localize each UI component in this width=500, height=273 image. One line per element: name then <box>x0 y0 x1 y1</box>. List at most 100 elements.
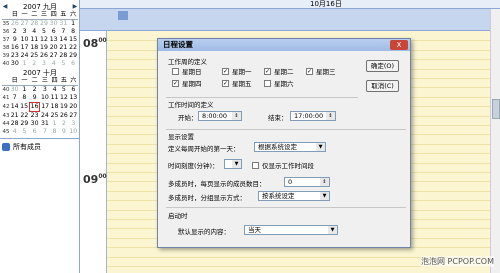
day-cell[interactable]: 10 <box>20 36 30 44</box>
day-checkbox[interactable]: ✓ 星期二 <box>264 66 294 76</box>
day-cell[interactable]: 3 <box>20 28 30 36</box>
end-time-field[interactable]: 17:00:00 ⇕ <box>290 111 336 121</box>
day-cell[interactable]: 10 <box>69 128 78 136</box>
next-month-arrow-icon[interactable]: ▶ <box>72 3 78 10</box>
day-cell[interactable]: 18 <box>50 103 59 112</box>
day-cell[interactable]: 28 <box>59 52 69 60</box>
day-cell[interactable]: 17 <box>40 103 50 112</box>
day-cell[interactable]: 6 <box>69 86 78 95</box>
day-cell[interactable]: 25 <box>29 52 39 60</box>
day-cell[interactable]: 24 <box>40 112 50 121</box>
day-cell[interactable]: 9 <box>29 94 40 103</box>
chevron-down-icon[interactable]: ▼ <box>320 192 329 200</box>
day-cell[interactable]: 5 <box>59 86 68 95</box>
day-cell[interactable]: 26 <box>59 112 68 121</box>
day-cell[interactable]: 22 <box>68 44 78 52</box>
day-cell[interactable]: 25 <box>50 112 59 121</box>
day-cell[interactable]: 29 <box>39 20 49 29</box>
day-checkbox[interactable]: ✓ 星期一 <box>222 66 252 76</box>
day-cell[interactable]: 2 <box>59 120 68 128</box>
day-cell[interactable]: 6 <box>68 60 78 68</box>
group-mode-select[interactable]: 按系统设定 ▼ <box>258 191 330 201</box>
day-cell[interactable]: 2 <box>10 28 20 36</box>
day-cell[interactable]: 30 <box>29 120 40 128</box>
vertical-scrollbar[interactable] <box>490 9 500 273</box>
chevron-down-icon[interactable]: ▼ <box>232 160 241 168</box>
first-day-select[interactable]: 根据系统设定 ▼ <box>254 142 326 152</box>
day-cell[interactable]: 9 <box>10 36 20 44</box>
day-cell[interactable]: 2 <box>29 86 40 95</box>
day-cell[interactable]: 7 <box>59 28 69 36</box>
checkmark-icon[interactable]: ✓ <box>222 79 229 87</box>
day-cell[interactable]: 5 <box>59 60 69 68</box>
day-cell[interactable]: 22 <box>19 112 29 121</box>
day-checkbox[interactable]: ✓ 星期四 <box>172 78 202 88</box>
spin-icon[interactable]: ⇕ <box>320 178 329 186</box>
day-cell[interactable]: 27 <box>49 52 59 60</box>
day-cell[interactable]: 3 <box>40 86 50 95</box>
day-cell[interactable]: 6 <box>49 28 59 36</box>
chevron-down-icon[interactable]: ▼ <box>316 143 325 151</box>
day-cell[interactable]: 28 <box>10 120 19 128</box>
spin-icon[interactable]: ⇕ <box>232 112 241 120</box>
day-cell[interactable]: 29 <box>19 120 29 128</box>
close-button[interactable]: X <box>390 40 408 50</box>
day-cell[interactable]: 9 <box>59 128 68 136</box>
day-cell[interactable]: 20 <box>69 103 78 112</box>
day-cell[interactable]: 26 <box>39 52 49 60</box>
checkmark-icon[interactable]: ✓ <box>306 67 313 75</box>
day-cell[interactable]: 14 <box>59 36 69 44</box>
day-cell[interactable]: 27 <box>69 112 78 121</box>
start-time-field[interactable]: 8:00:00 ⇕ <box>198 111 242 121</box>
day-cell[interactable]: 8 <box>68 28 78 36</box>
day-cell[interactable]: 16 <box>28 102 41 112</box>
day-cell[interactable]: 13 <box>49 36 59 44</box>
day-checkbox[interactable]: ✓ 星期三 <box>306 66 336 76</box>
checkbox-box[interactable] <box>172 67 179 75</box>
day-cell[interactable]: 19 <box>39 44 49 52</box>
day-cell[interactable]: 30 <box>10 60 20 68</box>
day-cell[interactable]: 14 <box>10 103 19 112</box>
day-cell[interactable]: 20 <box>49 44 59 52</box>
day-cell[interactable]: 5 <box>19 128 29 136</box>
day-cell[interactable]: 17 <box>20 44 30 52</box>
day-cell[interactable]: 1 <box>50 120 59 128</box>
prev-month-arrow-icon[interactable]: ◀ <box>2 3 8 10</box>
day-cell[interactable]: 7 <box>40 128 50 136</box>
day-cell[interactable]: 4 <box>29 28 39 36</box>
day-cell[interactable]: 31 <box>40 120 50 128</box>
day-cell[interactable]: 23 <box>10 52 20 60</box>
spin-icon[interactable]: ⇕ <box>326 112 335 120</box>
day-cell[interactable]: 8 <box>50 128 59 136</box>
day-cell[interactable]: 11 <box>29 36 39 44</box>
day-cell[interactable]: 18 <box>29 44 39 52</box>
day-cell[interactable]: 31 <box>59 20 69 29</box>
chevron-down-icon[interactable]: ▼ <box>328 226 337 234</box>
day-cell[interactable]: 27 <box>20 20 30 29</box>
day-cell[interactable]: 4 <box>50 86 59 95</box>
day-cell[interactable]: 21 <box>10 112 19 121</box>
day-cell[interactable]: 23 <box>29 112 40 121</box>
day-cell[interactable]: 26 <box>10 20 20 29</box>
day-cell[interactable]: 15 <box>19 103 29 112</box>
only-work-hours-checkbox[interactable]: 仅显示工作时间段 <box>252 160 314 170</box>
day-cell[interactable]: 6 <box>29 128 40 136</box>
day-cell[interactable]: 10 <box>40 94 50 103</box>
day-cell[interactable]: 16 <box>10 44 20 52</box>
day-checkbox[interactable]: 星期六 <box>264 78 294 88</box>
checkbox-box[interactable] <box>252 161 259 169</box>
day-cell[interactable]: 21 <box>59 44 69 52</box>
time-scale-select[interactable]: ▼ <box>224 159 242 169</box>
scrollbar-thumb[interactable] <box>492 99 500 119</box>
all-members-item[interactable]: 所有成员 <box>0 139 79 155</box>
day-checkbox[interactable]: 星期日 <box>172 66 202 76</box>
checkmark-icon[interactable]: ✓ <box>172 79 179 87</box>
day-cell[interactable]: 8 <box>19 94 29 103</box>
day-cell[interactable]: 1 <box>68 20 78 29</box>
max-members-field[interactable]: 0 ⇕ <box>284 177 330 187</box>
day-cell[interactable]: 3 <box>69 120 78 128</box>
day-cell[interactable]: 30 <box>49 20 59 29</box>
default-view-select[interactable]: 当天 ▼ <box>244 225 338 235</box>
day-cell[interactable]: 19 <box>59 103 68 112</box>
day-cell[interactable]: 29 <box>68 52 78 60</box>
